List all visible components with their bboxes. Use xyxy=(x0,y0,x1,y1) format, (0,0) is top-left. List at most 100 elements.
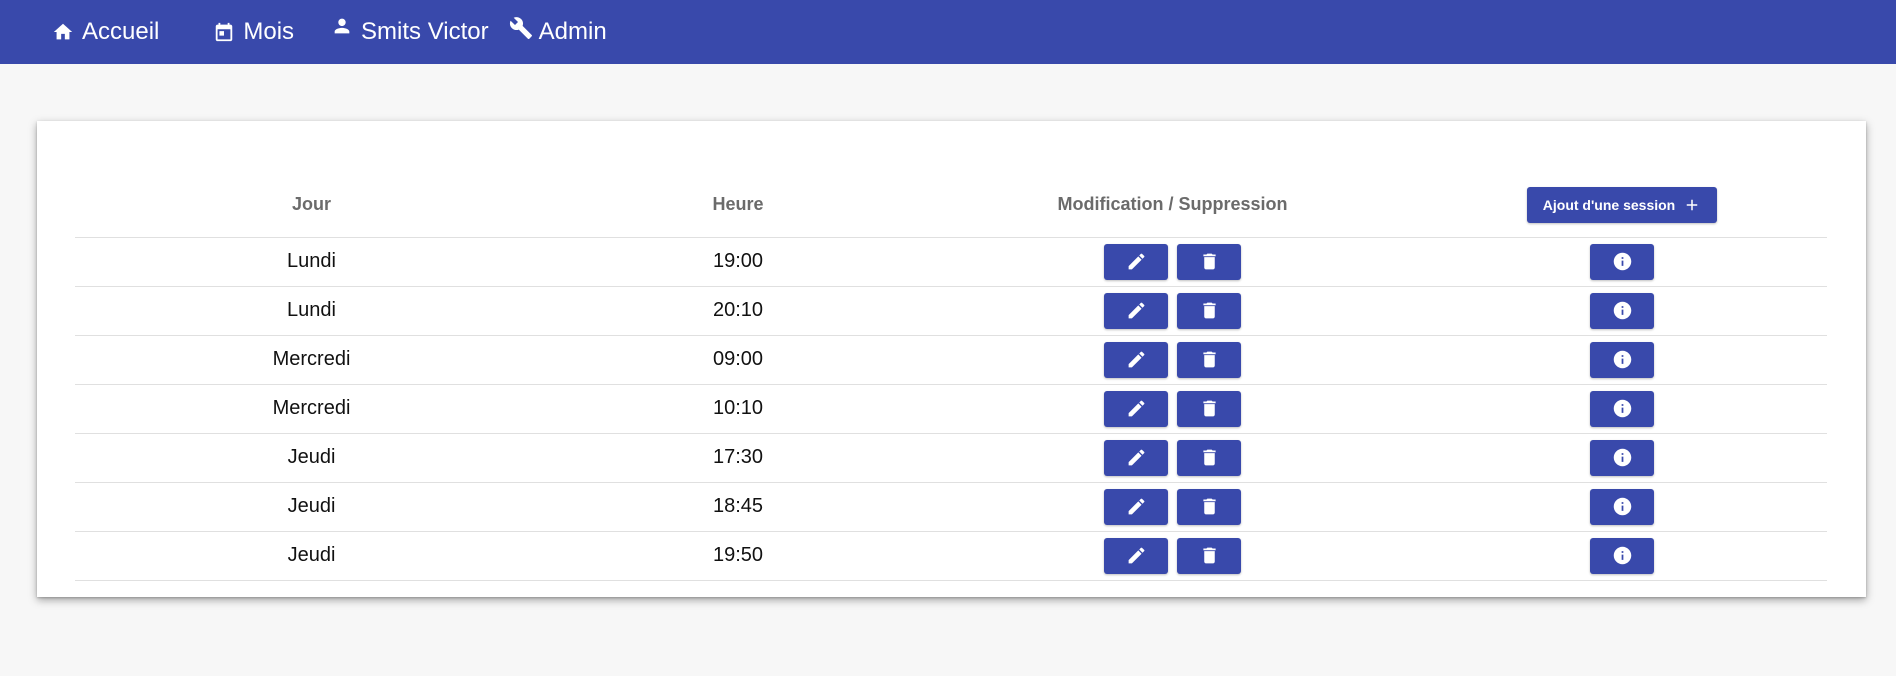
nav-user-label: Smits Victor xyxy=(361,18,489,45)
cell-info xyxy=(1417,286,1827,336)
cell-actions xyxy=(928,384,1417,434)
info-icon xyxy=(1613,448,1631,467)
nav-admin-label: Admin xyxy=(538,18,607,45)
edit-button[interactable] xyxy=(1104,341,1168,378)
edit-button[interactable] xyxy=(1104,292,1168,329)
cell-day: Lundi xyxy=(75,237,548,287)
add-session-button[interactable]: Ajout d'une session xyxy=(1526,186,1718,223)
trash-icon xyxy=(1202,400,1216,417)
cell-actions xyxy=(928,433,1417,483)
table-row: Mercredi 09:00 xyxy=(75,335,1827,385)
pencil-icon xyxy=(1128,351,1144,368)
cell-time: 09:00 xyxy=(548,335,928,385)
header-actions: Modification / Suppression xyxy=(928,167,1417,238)
nav-user[interactable]: Smits Victor xyxy=(331,18,489,46)
pencil-icon xyxy=(1128,547,1144,564)
nav-month-label: Mois xyxy=(243,18,295,45)
trash-icon xyxy=(1202,449,1216,466)
cell-actions xyxy=(928,237,1417,287)
edit-button[interactable] xyxy=(1104,439,1168,476)
cell-info xyxy=(1417,531,1827,581)
cell-time: 20:10 xyxy=(548,286,928,336)
cell-day: Mercredi xyxy=(75,335,548,385)
cell-info xyxy=(1417,335,1827,385)
info-button[interactable] xyxy=(1590,488,1654,525)
cell-info xyxy=(1417,433,1827,483)
add-session-label: Ajout d'une session xyxy=(1542,196,1676,213)
pencil-icon xyxy=(1128,253,1144,270)
trash-icon xyxy=(1202,498,1216,515)
wrench-icon xyxy=(509,17,532,39)
delete-button[interactable] xyxy=(1177,537,1241,574)
cell-day: Jeudi xyxy=(75,531,548,581)
sessions-table: Jour Heure Modification / Suppression Aj… xyxy=(75,167,1827,581)
info-icon xyxy=(1613,497,1631,516)
edit-button[interactable] xyxy=(1104,390,1168,427)
header-time: Heure xyxy=(548,167,928,238)
nav-month[interactable]: Mois xyxy=(213,18,294,46)
trash-icon xyxy=(1202,253,1216,270)
nav-admin[interactable]: Admin xyxy=(509,17,607,46)
pencil-icon xyxy=(1128,302,1144,319)
cell-actions xyxy=(928,286,1417,336)
table-row: Lundi 19:00 xyxy=(75,237,1827,287)
info-button[interactable] xyxy=(1590,292,1654,329)
cell-actions xyxy=(928,335,1417,385)
pencil-icon xyxy=(1128,400,1144,417)
cell-actions xyxy=(928,482,1417,532)
info-icon xyxy=(1613,350,1631,369)
edit-button[interactable] xyxy=(1104,488,1168,525)
info-icon xyxy=(1613,399,1631,418)
delete-button[interactable] xyxy=(1177,488,1241,525)
info-icon xyxy=(1613,252,1631,271)
cell-actions xyxy=(928,531,1417,581)
header-add: Ajout d'une session xyxy=(1417,167,1827,238)
info-icon xyxy=(1613,546,1631,565)
cell-day: Jeudi xyxy=(75,482,548,532)
cell-info xyxy=(1417,482,1827,532)
info-button[interactable] xyxy=(1590,243,1654,280)
delete-button[interactable] xyxy=(1177,292,1241,329)
table-row: Jeudi 19:50 xyxy=(75,531,1827,581)
cell-time: 18:45 xyxy=(548,482,928,532)
header-day: Jour xyxy=(75,167,548,238)
info-button[interactable] xyxy=(1590,390,1654,427)
edit-button[interactable] xyxy=(1104,243,1168,280)
person-icon xyxy=(334,18,350,34)
pencil-icon xyxy=(1128,498,1144,515)
cell-day: Jeudi xyxy=(75,433,548,483)
edit-button[interactable] xyxy=(1104,537,1168,574)
trash-icon xyxy=(1202,351,1216,368)
info-icon xyxy=(1613,301,1631,320)
table-header-row: Jour Heure Modification / Suppression Aj… xyxy=(75,167,1827,238)
cell-time: 17:30 xyxy=(548,433,928,483)
cell-info xyxy=(1417,237,1827,287)
delete-button[interactable] xyxy=(1177,439,1241,476)
info-button[interactable] xyxy=(1590,537,1654,574)
delete-button[interactable] xyxy=(1177,243,1241,280)
cell-day: Mercredi xyxy=(75,384,548,434)
info-button[interactable] xyxy=(1590,341,1654,378)
table-row: Mercredi 10:10 xyxy=(75,384,1827,434)
nav-home[interactable]: Accueil xyxy=(52,18,159,46)
delete-button[interactable] xyxy=(1177,341,1241,378)
home-icon xyxy=(53,23,73,40)
sessions-card: Jour Heure Modification / Suppression Aj… xyxy=(37,121,1866,597)
top-navbar: Accueil Mois Smits Victor Admin xyxy=(0,0,1896,64)
delete-button[interactable] xyxy=(1177,390,1241,427)
cell-info xyxy=(1417,384,1827,434)
info-button[interactable] xyxy=(1590,439,1654,476)
cell-time: 19:00 xyxy=(548,237,928,287)
cell-time: 19:50 xyxy=(548,531,928,581)
table-body: Lundi 19:00 Lundi 20:10 Mercredi 09:00 M… xyxy=(75,237,1827,581)
calendar-icon xyxy=(216,22,233,42)
table-row: Lundi 20:10 xyxy=(75,286,1827,336)
table-row: Jeudi 17:30 xyxy=(75,433,1827,483)
trash-icon xyxy=(1202,547,1216,564)
pencil-icon xyxy=(1128,449,1144,466)
nav-home-label: Accueil xyxy=(82,18,160,45)
cell-time: 10:10 xyxy=(548,384,928,434)
table-row: Jeudi 18:45 xyxy=(75,482,1827,532)
cell-day: Lundi xyxy=(75,286,548,336)
plus-icon xyxy=(1686,199,1698,210)
